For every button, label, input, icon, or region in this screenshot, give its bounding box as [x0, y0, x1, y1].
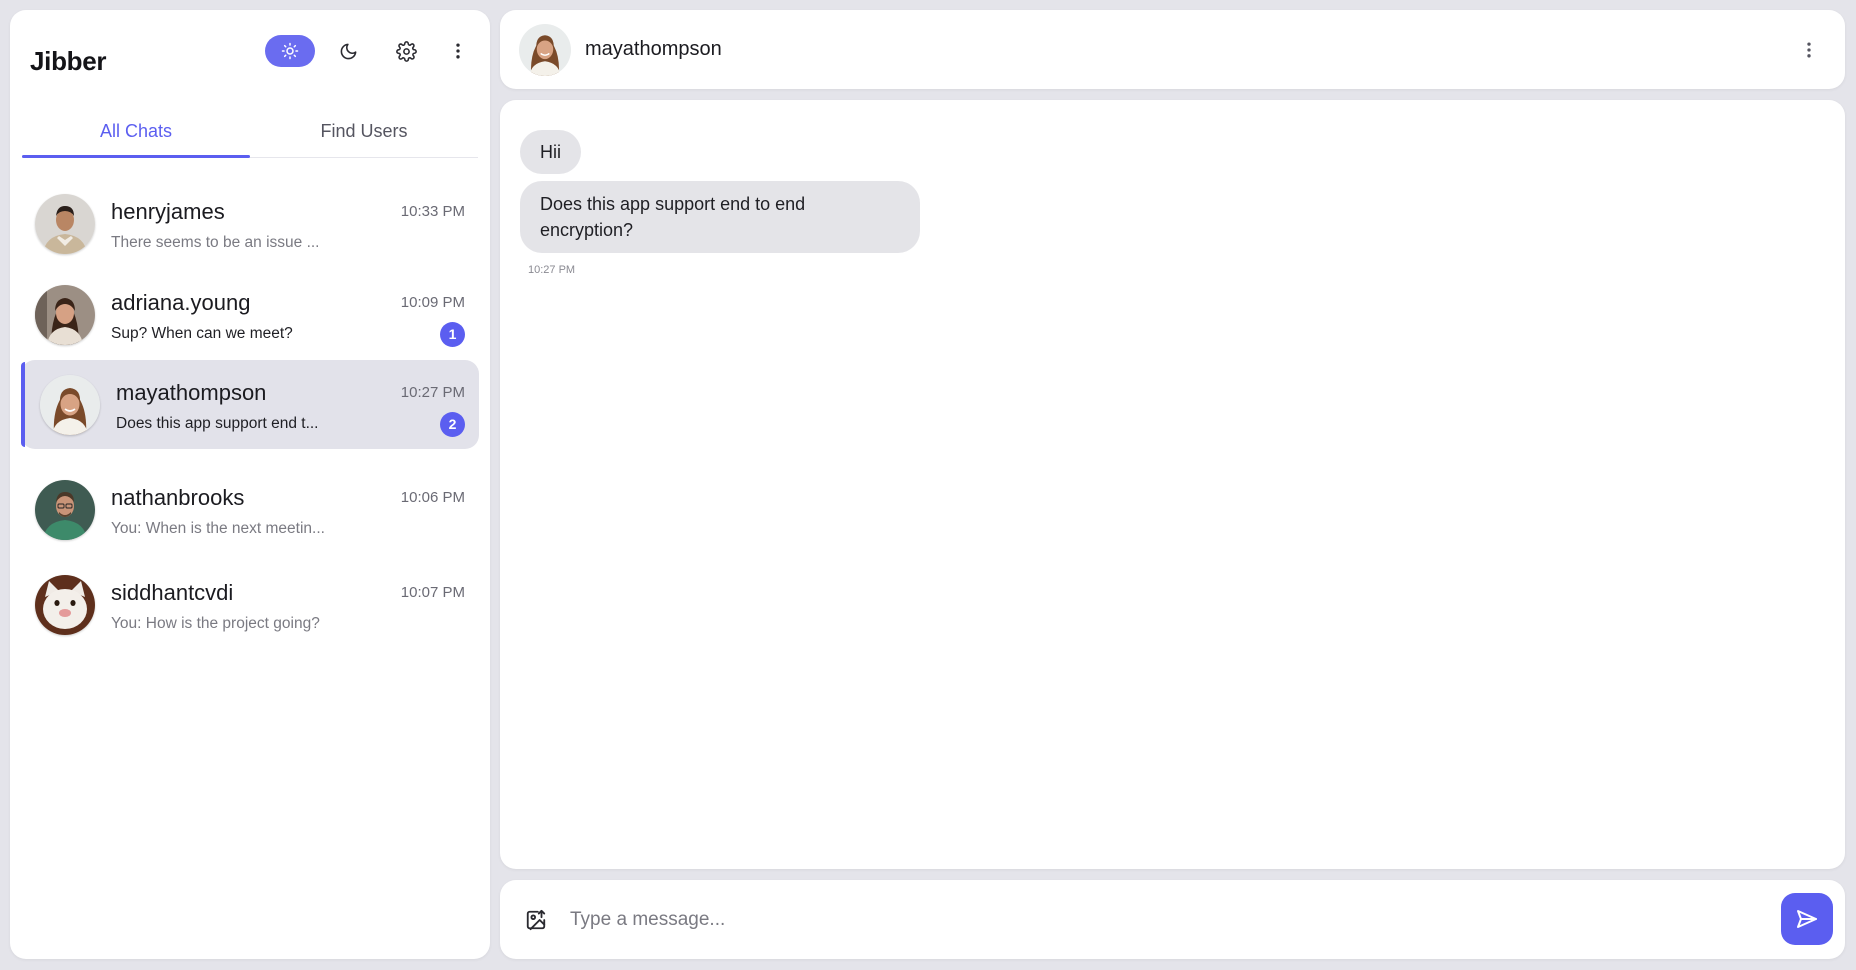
- chat-preview: Does this app support end t...: [116, 415, 319, 432]
- message-timestamp: 10:27 PM: [528, 264, 576, 276]
- tab-find-users[interactable]: Find Users: [250, 108, 478, 157]
- message-composer: [500, 880, 1845, 959]
- chat-item-henryjames[interactable]: henryjames 10:33 PM There seems to be an…: [21, 179, 479, 268]
- message-bubble: Hii: [520, 130, 581, 174]
- chat-time: 10:07 PM: [400, 584, 465, 601]
- chat-time: 10:33 PM: [400, 203, 465, 220]
- tab-all-chats[interactable]: All Chats: [22, 108, 250, 158]
- conversation-more-button[interactable]: [1793, 34, 1825, 66]
- avatar: [40, 375, 100, 435]
- light-theme-button[interactable]: [265, 35, 315, 67]
- chat-time: 10:06 PM: [400, 489, 465, 506]
- avatar: [35, 194, 95, 254]
- avatar: [35, 575, 95, 635]
- chat-time: 10:27 PM: [400, 384, 465, 401]
- settings-button[interactable]: [390, 35, 422, 67]
- dark-theme-button[interactable]: [332, 35, 364, 67]
- chat-preview: You: When is the next meetin...: [111, 520, 325, 537]
- chat-item-nathanbrooks[interactable]: nathanbrooks 10:06 PM You: When is the n…: [21, 465, 479, 554]
- chat-name: siddhantcvdi: [111, 580, 234, 605]
- chat-name: henryjames: [111, 199, 225, 224]
- chat-name: nathanbrooks: [111, 485, 245, 510]
- send-icon: [1797, 910, 1817, 928]
- gear-icon: [395, 40, 417, 62]
- more-vertical-icon: [456, 43, 460, 59]
- avatar[interactable]: [519, 24, 571, 76]
- send-button[interactable]: [1781, 893, 1833, 945]
- avatar: [35, 285, 95, 345]
- app-title: Jibber: [30, 46, 107, 76]
- chat-preview: Sup? When can we meet?: [111, 325, 293, 342]
- message-list[interactable]: Hii Does this app support end to end enc…: [500, 100, 1845, 869]
- avatar: [35, 480, 95, 540]
- message-input[interactable]: [570, 900, 1690, 940]
- unread-badge: 1: [440, 322, 465, 347]
- chat-preview: There seems to be an issue ...: [111, 234, 320, 251]
- sidebar-more-button[interactable]: [442, 35, 474, 67]
- chat-item-siddhantcvdi[interactable]: siddhantcvdi 10:07 PM You: How is the pr…: [21, 560, 479, 649]
- chat-tabs: All Chats Find Users: [22, 108, 478, 158]
- moon-icon: [340, 43, 356, 59]
- unread-badge: 2: [440, 412, 465, 437]
- sidebar: Jibber All Chats Find Users henryjames 1…: [10, 10, 490, 959]
- message-bubble: Does this app support end to end encrypt…: [520, 181, 920, 253]
- chat-time: 10:09 PM: [400, 294, 465, 311]
- attach-image-button[interactable]: [522, 906, 550, 934]
- conversation-title: mayathompson: [585, 38, 722, 60]
- chat-name: mayathompson: [116, 380, 267, 405]
- chat-item-adriana-young[interactable]: adriana.young 10:09 PM Sup? When can we …: [21, 270, 479, 359]
- more-vertical-icon: [1807, 42, 1811, 58]
- sun-icon: [281, 42, 299, 60]
- chat-name: adriana.young: [111, 290, 251, 315]
- chat-header: mayathompson: [500, 10, 1845, 89]
- chat-preview: You: How is the project going?: [111, 615, 320, 632]
- chat-item-mayathompson[interactable]: mayathompson 10:27 PM Does this app supp…: [21, 360, 479, 449]
- image-upload-icon: [526, 909, 546, 931]
